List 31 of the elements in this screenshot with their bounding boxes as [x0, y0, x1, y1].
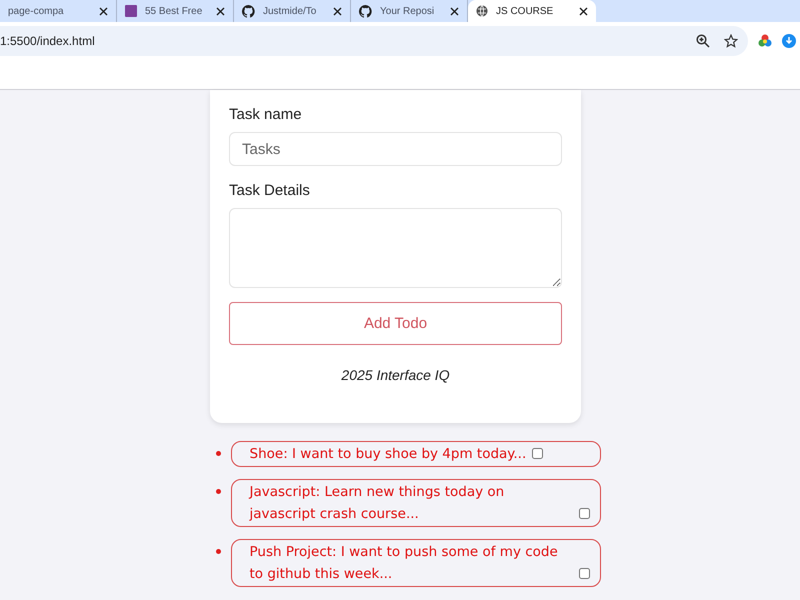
- close-icon[interactable]: [333, 6, 342, 16]
- task-details-field[interactable]: [229, 208, 562, 288]
- task-name-field[interactable]: Tasks: [229, 132, 562, 166]
- todo-text: Push Project: I want to push some of my code to github this week...: [250, 543, 559, 584]
- close-icon[interactable]: [579, 6, 588, 16]
- close-icon[interactable]: [99, 6, 108, 16]
- todo-text: Shoe: I want to buy shoe by 4pm today...: [250, 445, 526, 464]
- add-todo-button[interactable]: Add Todo: [229, 302, 562, 345]
- todo-text: Javascript: Learn new things today on javascript crash course...: [250, 483, 506, 524]
- zoom-icon[interactable]: [696, 34, 710, 48]
- todo-checkbox[interactable]: [532, 448, 544, 459]
- bullet-icon: [216, 451, 220, 456]
- url-text: 1:5500/index.html: [0, 34, 96, 48]
- color-wheel-icon[interactable]: [758, 34, 772, 48]
- field-label: Task Details: [229, 182, 311, 199]
- globe-icon: [476, 5, 488, 17]
- bullet-icon: [216, 489, 220, 494]
- close-icon[interactable]: [450, 6, 459, 16]
- cat-icon: [242, 4, 255, 18]
- todo-checkbox[interactable]: [578, 568, 590, 579]
- address-bar[interactable]: 1:5500/index.html: [0, 26, 748, 56]
- todo-checkbox[interactable]: [578, 508, 590, 519]
- cat-icon: [359, 4, 372, 18]
- close-icon[interactable]: [216, 6, 225, 16]
- star-icon[interactable]: [724, 34, 738, 48]
- footer-text: 2025 Interface IQ: [340, 367, 451, 383]
- browser-tab[interactable]: JS COURSE: [468, 0, 596, 22]
- field-label: Task name: [229, 106, 303, 123]
- extension-icon[interactable]: [782, 34, 796, 48]
- bullet-icon: [216, 549, 220, 554]
- app-icon: [125, 5, 137, 17]
